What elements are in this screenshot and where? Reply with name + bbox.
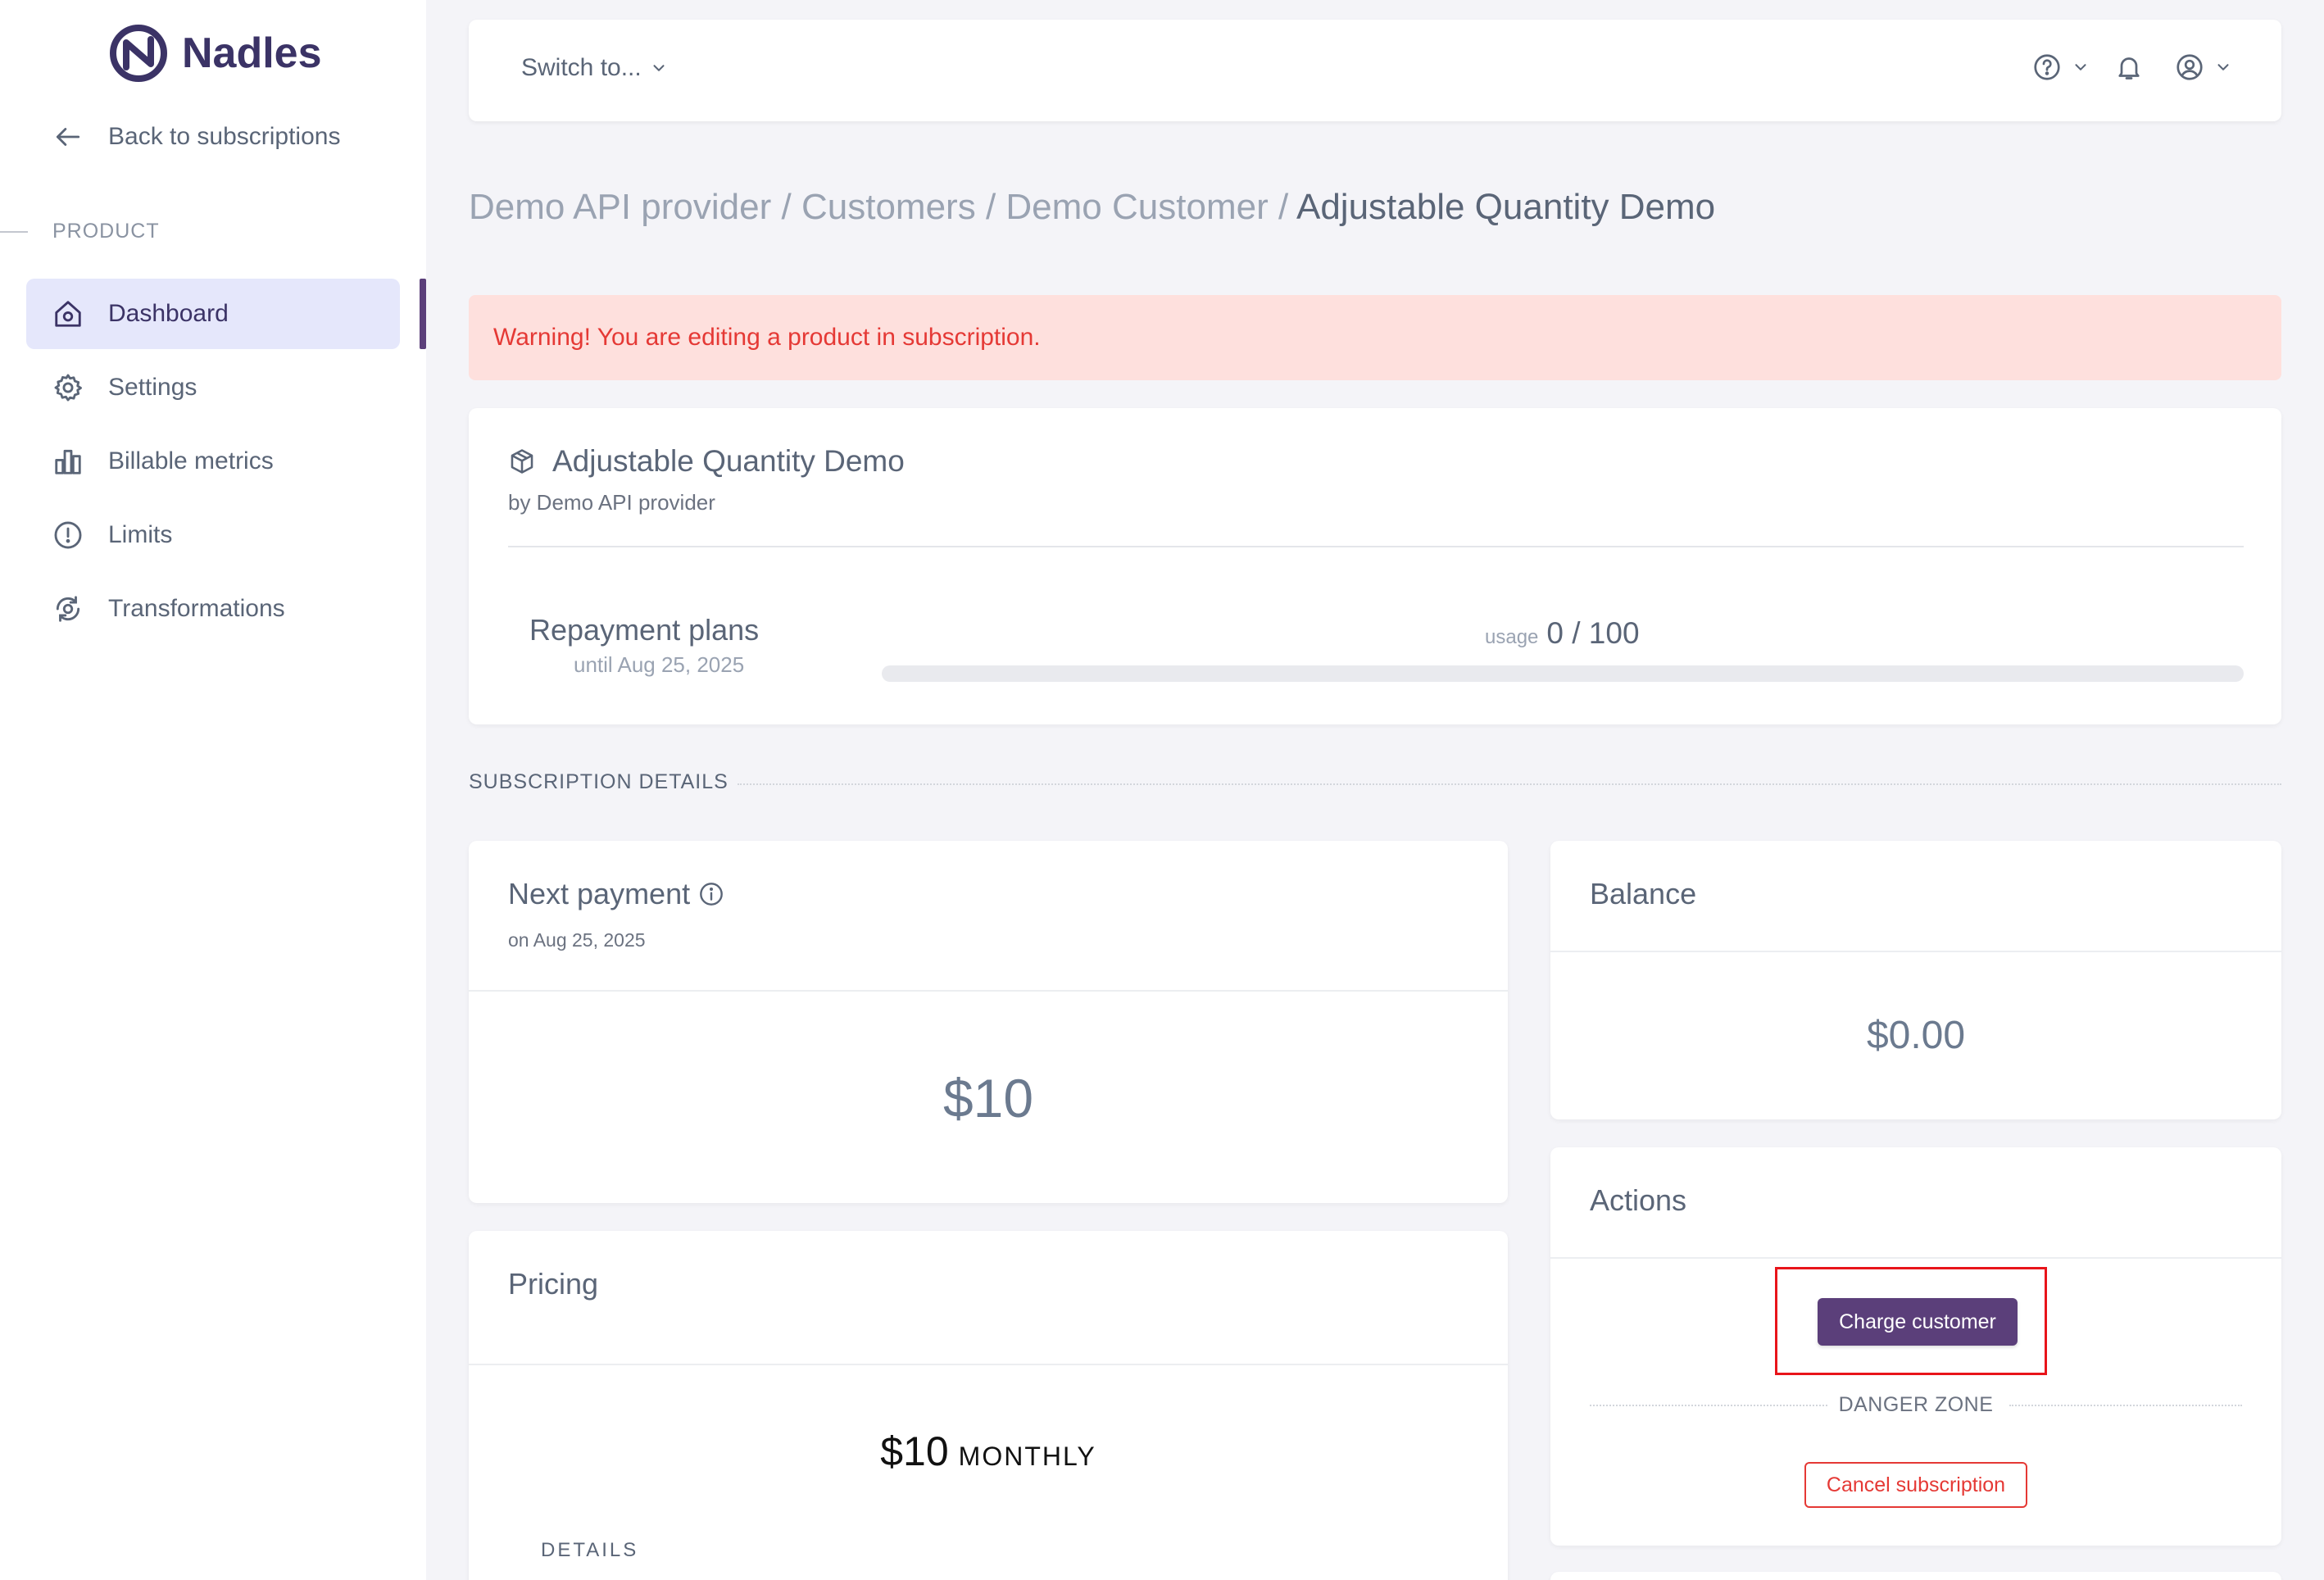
next-payment-card: Next payment on Aug 25, 2025 $10 <box>469 841 1508 1203</box>
brand-logo[interactable]: Nadles <box>108 23 322 84</box>
breadcrumb-provider[interactable]: Demo API provider <box>469 187 771 227</box>
switch-to-label: Switch to... <box>521 54 642 81</box>
warning-text: Warning! You are editing a product in su… <box>493 324 1041 351</box>
partial-card <box>1550 1572 2281 1580</box>
pricing-card: Pricing $10 MONTHLY DETAILS <box>469 1231 1508 1580</box>
brand-name: Nadles <box>182 30 322 77</box>
breadcrumb-separator: / <box>985 187 996 227</box>
section-label-product: PRODUCT <box>52 220 160 243</box>
sidebar-item-transformations[interactable]: Transformations <box>26 574 400 644</box>
refresh-icon <box>56 596 80 622</box>
charge-customer-button[interactable]: Charge customer <box>1818 1298 2018 1346</box>
actions-card: Actions Charge customer DANGER ZONE Canc… <box>1550 1147 2281 1546</box>
subscription-details-label: SUBSCRIPTION DETAILS <box>469 770 729 793</box>
sidebar-item-settings[interactable]: Settings <box>26 352 400 423</box>
sidebar-nav: Dashboard Settings Billable metrics Limi… <box>26 279 400 647</box>
next-payment-title: Next payment <box>508 877 724 911</box>
arrow-left-icon <box>56 128 80 146</box>
product-divider <box>508 546 2244 547</box>
package-icon <box>511 449 533 474</box>
help-menu-button[interactable] <box>2032 52 2090 82</box>
bar-chart-icon <box>55 449 81 474</box>
breadcrumb: Demo API provider / Customers / Demo Cus… <box>469 187 1715 228</box>
next-payment-heading: Next payment <box>508 877 691 910</box>
usage-value: 0 / 100 <box>1546 616 1640 650</box>
user-icon <box>2176 54 2203 80</box>
price-line: $10 MONTHLY <box>469 1428 1508 1475</box>
price-amount: $10 <box>880 1428 949 1474</box>
help-icon <box>2034 54 2060 80</box>
gear-icon <box>54 374 82 402</box>
breadcrumb-customer[interactable]: Demo Customer <box>1005 187 1268 227</box>
product-title: Adjustable Quantity Demo <box>508 444 905 479</box>
home-icon <box>55 301 81 327</box>
warning-banner: Warning! You are editing a product in su… <box>469 295 2281 380</box>
pricing-details-label: DETAILS <box>541 1539 639 1561</box>
pricing-title: Pricing <box>508 1267 599 1301</box>
sidebar-item-limits[interactable]: Limits <box>26 500 400 570</box>
back-to-subscriptions-link[interactable]: Back to subscriptions <box>52 115 340 159</box>
nadles-logo-icon <box>110 25 167 82</box>
sidebar-item-label: Transformations <box>108 595 285 622</box>
user-menu-button[interactable] <box>2175 52 2232 82</box>
switch-to-dropdown[interactable]: Switch to... <box>521 54 668 82</box>
usage-progress-bar <box>882 665 2244 682</box>
breadcrumb-separator: / <box>1278 187 1289 227</box>
card-divider <box>1550 1257 2281 1259</box>
sidebar-item-label: Billable metrics <box>108 447 274 474</box>
sidebar-item-dashboard[interactable]: Dashboard <box>26 279 400 349</box>
product-name: Adjustable Quantity Demo <box>552 444 905 478</box>
balance-amount: $0.00 <box>1866 1014 1966 1057</box>
top-bar-icons <box>2032 52 2232 82</box>
sidebar-item-label: Dashboard <box>108 300 229 327</box>
cancel-subscription-button[interactable]: Cancel subscription <box>1804 1462 2027 1508</box>
card-divider <box>469 990 1508 992</box>
plan-name: Repayment plans <box>529 613 760 647</box>
actions-title: Actions <box>1590 1183 1687 1217</box>
chevron-down-icon <box>653 65 665 71</box>
sidebar-item-billable-metrics[interactable]: Billable metrics <box>26 426 400 497</box>
product-provider: by Demo API provider <box>508 490 715 515</box>
price-period: MONTHLY <box>958 1442 1096 1471</box>
plan-until: until Aug 25, 2025 <box>574 652 745 677</box>
card-divider <box>469 1364 1508 1365</box>
active-nav-indicator <box>420 279 426 349</box>
sidebar: Nadles Back to subscriptions PRODUCT Das… <box>0 0 426 1580</box>
balance-title: Balance <box>1590 877 1697 910</box>
bell-icon <box>2118 57 2140 79</box>
notifications-button[interactable] <box>2114 52 2144 82</box>
usage-readout: usage 0 / 100 <box>1485 616 1640 651</box>
next-payment-amount: $10 <box>942 1068 1034 1128</box>
subscription-details-divider <box>738 783 2281 785</box>
balance-card: Balance $0.00 <box>1550 841 2281 1119</box>
breadcrumb-current: Adjustable Quantity Demo <box>1296 187 1716 227</box>
chevron-down-icon <box>2217 64 2229 70</box>
danger-zone-label: DANGER ZONE <box>1838 1393 1994 1416</box>
next-payment-date: on Aug 25, 2025 <box>508 929 646 951</box>
alert-circle-icon <box>54 521 82 549</box>
breadcrumb-customers[interactable]: Customers <box>801 187 976 227</box>
info-icon[interactable] <box>698 881 724 907</box>
sidebar-item-label: Limits <box>108 521 173 548</box>
breadcrumb-separator: / <box>781 187 792 227</box>
usage-label: usage <box>1485 626 1539 648</box>
back-link-label: Back to subscriptions <box>108 123 341 150</box>
card-divider <box>1550 951 2281 952</box>
product-card: Adjustable Quantity Demo by Demo API pro… <box>469 408 2281 724</box>
top-bar: Switch to... <box>469 20 2281 121</box>
sidebar-item-label: Settings <box>108 374 197 401</box>
section-divider <box>0 231 28 233</box>
chevron-down-icon <box>2075 64 2086 70</box>
